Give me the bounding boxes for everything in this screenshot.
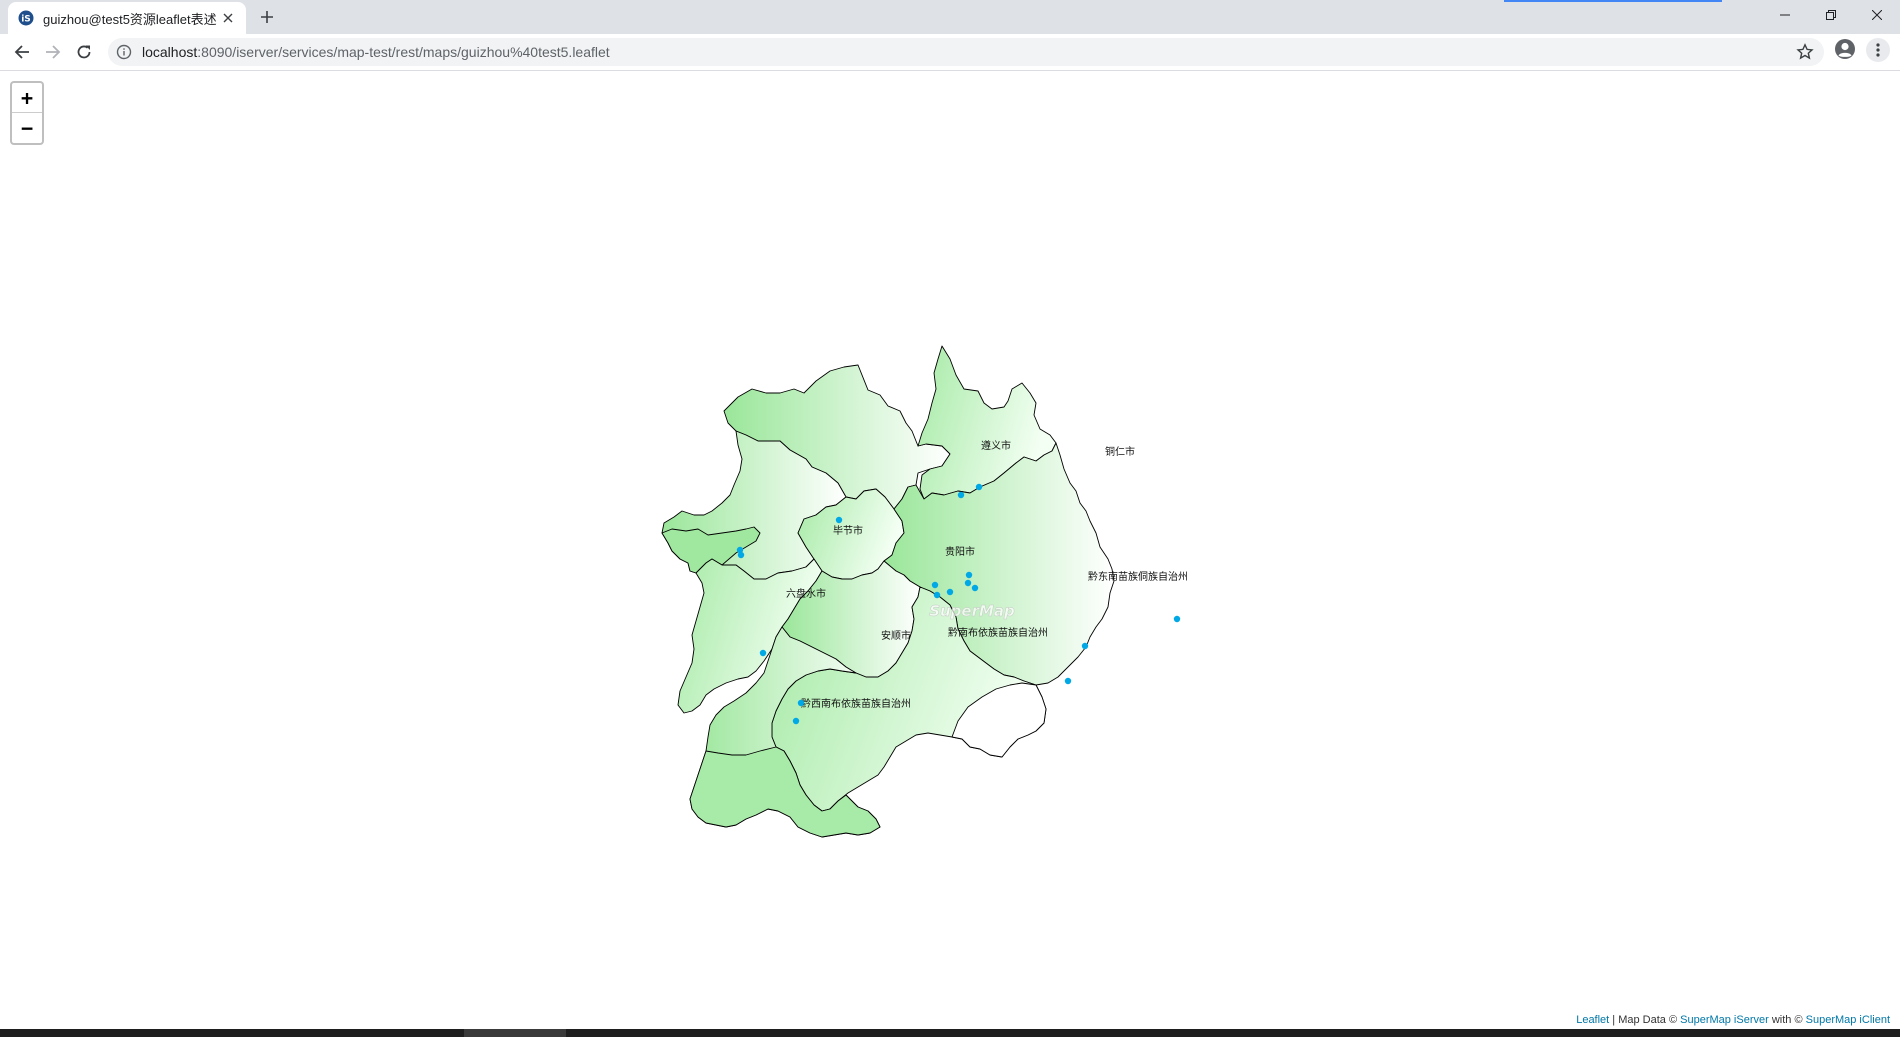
poi-marker[interactable] — [737, 551, 745, 559]
label-tongren: 铜仁市 — [1105, 445, 1135, 458]
poi-marker[interactable] — [759, 649, 767, 657]
attribution-with: with © — [1768, 1014, 1806, 1026]
browser-tab[interactable]: iS guizhou@test5资源leaflet表述 — [8, 2, 246, 34]
zoom-control: + − — [10, 81, 44, 145]
label-anshun: 安顺市 — [881, 629, 911, 642]
download-indicator — [1504, 0, 1722, 2]
leaflet-link[interactable]: Leaflet — [1576, 1014, 1609, 1026]
poi-marker[interactable] — [1064, 677, 1072, 685]
poi-marker[interactable] — [971, 584, 979, 592]
tab-bar: iS guizhou@test5资源leaflet表述 — [0, 0, 1900, 34]
label-zunyi: 遵义市 — [981, 439, 1011, 452]
map-viewport[interactable]: SuperMap 遵义市 铜仁市 毕节市 贵阳市 黔东南苗族侗族自治州 六盘水市… — [0, 71, 1900, 1029]
poi-marker[interactable] — [975, 483, 983, 491]
tab-close-icon[interactable] — [218, 8, 238, 28]
supermap-watermark: SuperMap — [929, 602, 1015, 620]
poi-marker[interactable] — [792, 717, 800, 725]
poi-marker[interactable] — [931, 581, 939, 589]
restore-icon[interactable] — [1808, 0, 1854, 30]
url-text: localhost:8090/iserver/services/map-test… — [142, 44, 610, 60]
label-qianxinan: 黔西南布依族苗族自治州 — [801, 697, 911, 710]
poi-marker[interactable] — [1081, 642, 1089, 650]
browser-toolbar: localhost:8090/iserver/services/map-test… — [0, 34, 1900, 71]
address-bar[interactable]: localhost:8090/iserver/services/map-test… — [108, 38, 1824, 66]
poi-marker[interactable] — [957, 491, 965, 499]
new-tab-icon[interactable] — [256, 6, 278, 28]
poi-marker[interactable] — [946, 588, 954, 596]
iclient-link[interactable]: SuperMap iClient — [1806, 1014, 1890, 1026]
poi-marker[interactable] — [965, 571, 973, 579]
iserver-link[interactable]: SuperMap iServer — [1680, 1014, 1769, 1026]
poi-marker[interactable] — [964, 579, 972, 587]
tab-title: guizhou@test5资源leaflet表述 — [43, 11, 217, 27]
label-qiandongnan: 黔东南苗族侗族自治州 — [1088, 570, 1188, 583]
guizhou-map[interactable]: SuperMap 遵义市 铜仁市 毕节市 贵阳市 黔东南苗族侗族自治州 六盘水市… — [0, 71, 1900, 1029]
close-window-icon[interactable] — [1854, 0, 1900, 30]
profile-avatar-icon[interactable] — [1834, 38, 1856, 60]
map-attribution: Leaflet | Map Data © SuperMap iServer wi… — [1572, 1014, 1894, 1026]
reload-icon[interactable] — [70, 38, 98, 66]
attribution-sep: | Map Data © — [1609, 1014, 1681, 1026]
svg-text:iS: iS — [21, 15, 31, 25]
zoom-in-button[interactable]: + — [12, 83, 42, 113]
supermap-favicon-icon: iS — [18, 10, 34, 26]
bookmark-star-icon[interactable] — [1796, 43, 1814, 61]
label-qiannan: 黔南布依族苗族自治州 — [948, 626, 1048, 639]
taskbar-item[interactable] — [464, 1029, 566, 1037]
label-bijie: 毕节市 — [833, 524, 863, 537]
forward-icon[interactable] — [39, 38, 67, 66]
os-taskbar — [0, 1029, 1900, 1037]
label-liupanshui: 六盘水市 — [786, 587, 826, 600]
minimize-icon[interactable] — [1762, 0, 1808, 30]
site-info-icon[interactable] — [116, 44, 132, 60]
back-icon[interactable] — [8, 38, 36, 66]
poi-marker[interactable] — [1173, 615, 1181, 623]
poi-marker[interactable] — [933, 591, 941, 599]
poi-marker[interactable] — [835, 516, 843, 524]
browser-menu-icon[interactable] — [1866, 38, 1890, 62]
poi-marker[interactable] — [797, 699, 805, 707]
label-guiyang: 贵阳市 — [945, 545, 975, 558]
zoom-out-button[interactable]: − — [12, 113, 42, 143]
